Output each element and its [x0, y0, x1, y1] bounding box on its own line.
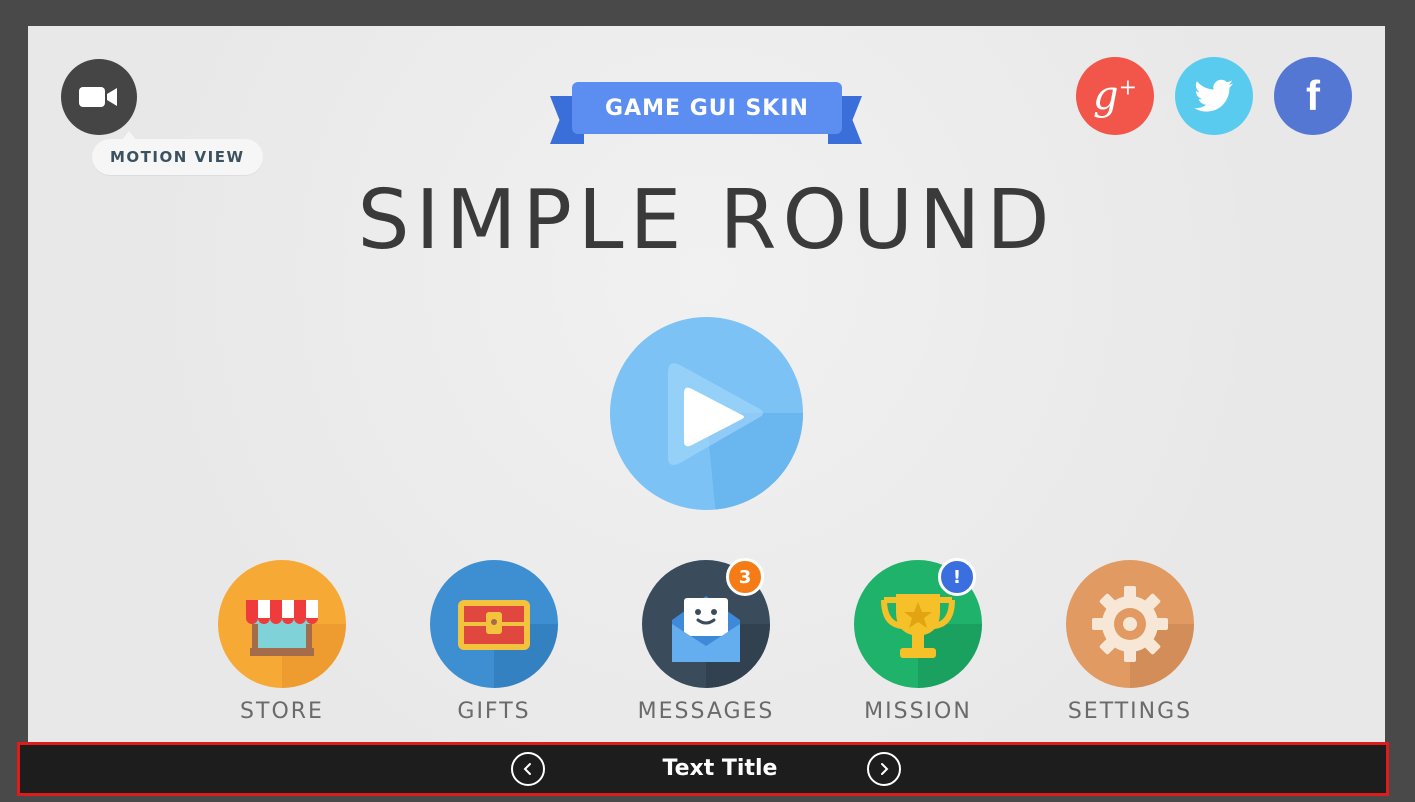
motion-view-button[interactable] [61, 59, 137, 135]
menu-settings[interactable]: SETTINGS [1045, 560, 1215, 740]
google-plus-icon: g+ [1092, 73, 1138, 119]
previous-button[interactable] [511, 752, 545, 786]
mission-badge: ! [938, 558, 976, 596]
menu-messages[interactable]: 3 MESSAGES [621, 558, 791, 740]
menu-mission-label: MISSION [864, 699, 972, 724]
play-button[interactable] [610, 317, 803, 510]
facebook-icon: f [1306, 72, 1320, 119]
menu-settings-label: SETTINGS [1067, 699, 1193, 724]
menu-store-label: STORE [240, 699, 324, 724]
menu-gifts-label: GIFTS [457, 699, 531, 724]
menu-mission[interactable]: ! MISSION [833, 558, 1003, 740]
bottom-bar-title: Text Title [662, 756, 778, 781]
next-button[interactable] [867, 752, 901, 786]
motion-view-tooltip: MOTION VIEW [92, 131, 263, 175]
twitter-button[interactable] [1175, 57, 1253, 135]
menu-store[interactable]: STORE [197, 560, 367, 740]
chevron-left-icon [523, 763, 531, 775]
ribbon-banner: GAME GUI SKIN [572, 82, 842, 134]
game-screen: MOTION VIEW GAME GUI SKIN SIMPLE ROUND g… [28, 26, 1385, 742]
game-title: SIMPLE ROUND [357, 173, 1056, 268]
facebook-button[interactable]: f [1274, 57, 1352, 135]
video-camera-icon [79, 87, 117, 107]
play-icon [668, 363, 803, 510]
store-awning-icon [246, 600, 346, 688]
chevron-right-icon [881, 763, 889, 775]
google-plus-button[interactable]: g+ [1076, 57, 1154, 135]
bottom-bar: Text Title [17, 742, 1389, 796]
gear-icon [1092, 586, 1194, 688]
twitter-bird-icon [1194, 79, 1233, 112]
menu-gifts[interactable]: GIFTS [409, 560, 579, 740]
treasure-chest-icon [458, 600, 558, 688]
menu-messages-label: MESSAGES [637, 699, 775, 724]
messages-badge: 3 [726, 558, 764, 596]
